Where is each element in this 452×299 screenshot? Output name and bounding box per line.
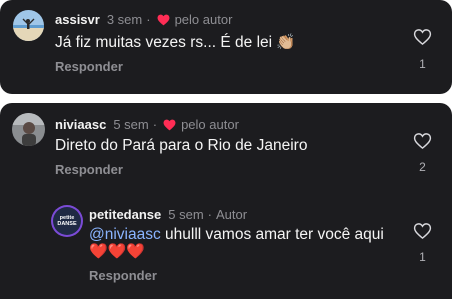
reply-button[interactable]: Responder bbox=[55, 59, 123, 74]
author-heart-icon bbox=[157, 14, 170, 25]
like-count: 2 bbox=[419, 160, 426, 174]
comment-meta: assisvr 3 sem · pelo autor bbox=[55, 12, 232, 27]
comment-meta: niviaasc 5 sem · pelo autor bbox=[55, 117, 239, 132]
separator: · bbox=[146, 12, 151, 27]
comment-card: niviaasc 5 sem · pelo autor Direto do Pa… bbox=[0, 103, 452, 299]
comment-card: assisvr 3 sem · pelo autor Já fiz muitas… bbox=[0, 0, 452, 94]
clap-emoji: 👏🏼 bbox=[276, 34, 296, 51]
timestamp: 5 sem bbox=[168, 207, 204, 222]
reply-meta: petitedanse 5 sem · Autor bbox=[89, 207, 247, 222]
reply-button[interactable]: Responder bbox=[89, 268, 157, 283]
avatar[interactable] bbox=[13, 10, 44, 41]
reply-avatar[interactable]: petite DANSE bbox=[51, 205, 83, 237]
timestamp: 5 sem bbox=[113, 117, 149, 132]
username[interactable]: niviaasc bbox=[55, 117, 106, 132]
reply-button[interactable]: Responder bbox=[55, 162, 123, 177]
author-heart-icon bbox=[163, 119, 176, 130]
like-heart-icon[interactable] bbox=[413, 28, 432, 46]
like-heart-icon[interactable] bbox=[413, 132, 432, 150]
username[interactable]: petitedanse bbox=[89, 207, 161, 222]
like-count: 1 bbox=[419, 57, 426, 71]
separator: · bbox=[152, 117, 158, 132]
heart-emojis: ❤️❤️❤️ bbox=[89, 243, 146, 260]
username[interactable]: assisvr bbox=[55, 12, 100, 27]
like-heart-icon[interactable] bbox=[413, 222, 432, 240]
avatar[interactable] bbox=[12, 113, 45, 146]
timestamp: 3 sem bbox=[106, 12, 143, 27]
brand-logo: petite DANSE bbox=[57, 215, 77, 227]
mention-link[interactable]: @niviaasc bbox=[89, 226, 161, 243]
liked-by-author-label: pelo autor bbox=[174, 12, 233, 27]
comment-text: Direto do Pará para o Rio de Janeiro bbox=[55, 137, 308, 154]
author-tag: Autor bbox=[216, 207, 248, 222]
like-count: 1 bbox=[419, 250, 426, 264]
comment-text: Já fiz muitas vezes rs... É de lei 👏🏼 bbox=[55, 34, 296, 51]
separator: · bbox=[207, 207, 212, 222]
liked-by-author-label: pelo autor bbox=[181, 117, 239, 132]
